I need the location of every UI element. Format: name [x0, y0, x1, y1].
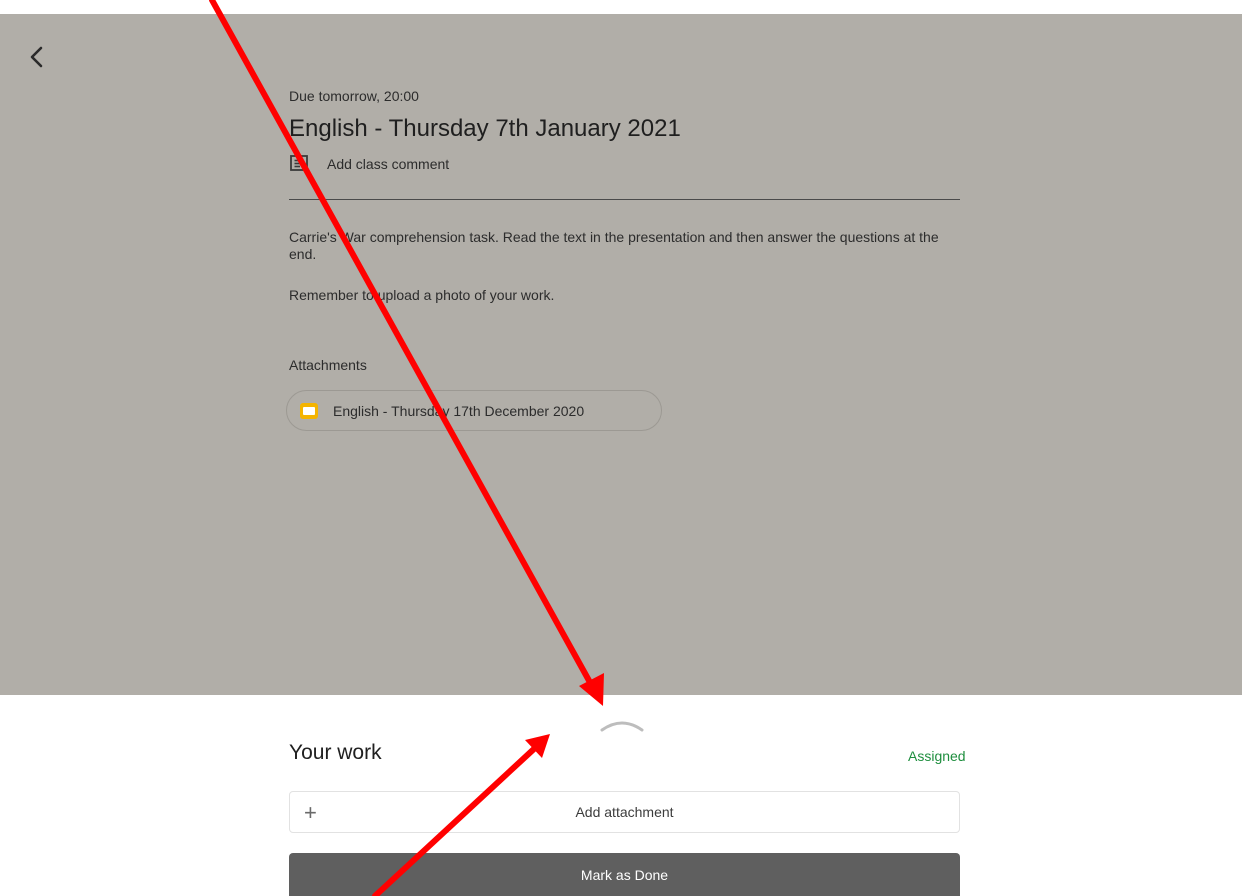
- assignment-description: Carrie's War comprehension task. Read th…: [289, 229, 939, 262]
- attachment-chip-label: English - Thursday 17th December 2020: [333, 402, 585, 419]
- add-class-comment-label: Add class comment: [327, 156, 450, 172]
- due-date: Due tomorrow, 20:00: [289, 88, 419, 104]
- back-button[interactable]: [26, 44, 50, 70]
- comment-icon: [290, 155, 308, 171]
- attachment-chip[interactable]: English - Thursday 17th December 2020: [286, 390, 662, 431]
- slides-icon: [300, 402, 318, 419]
- plus-icon: +: [304, 800, 317, 825]
- assignment-title: English - Thursday 7th January 2021: [289, 115, 681, 142]
- assignment-detail-panel: Due tomorrow, 20:00 English - Thursday 7…: [0, 14, 1242, 695]
- add-attachment-label: Add attachment: [575, 804, 674, 820]
- add-class-comment[interactable]: Add class comment: [289, 154, 449, 174]
- attachments-heading: Attachments: [289, 357, 367, 373]
- divider: [289, 199, 960, 200]
- add-attachment-button[interactable]: + Add attachment: [289, 791, 960, 833]
- assignment-instruction: Remember to upload a photo of your work.: [289, 287, 555, 303]
- your-work-heading: Your work: [289, 741, 382, 764]
- chevron-left-icon: [30, 46, 43, 68]
- status-badge: Assigned: [908, 748, 966, 764]
- mark-as-done-button[interactable]: Mark as Done: [289, 853, 960, 896]
- expand-handle[interactable]: [600, 718, 644, 732]
- chevron-up-icon: [600, 721, 644, 732]
